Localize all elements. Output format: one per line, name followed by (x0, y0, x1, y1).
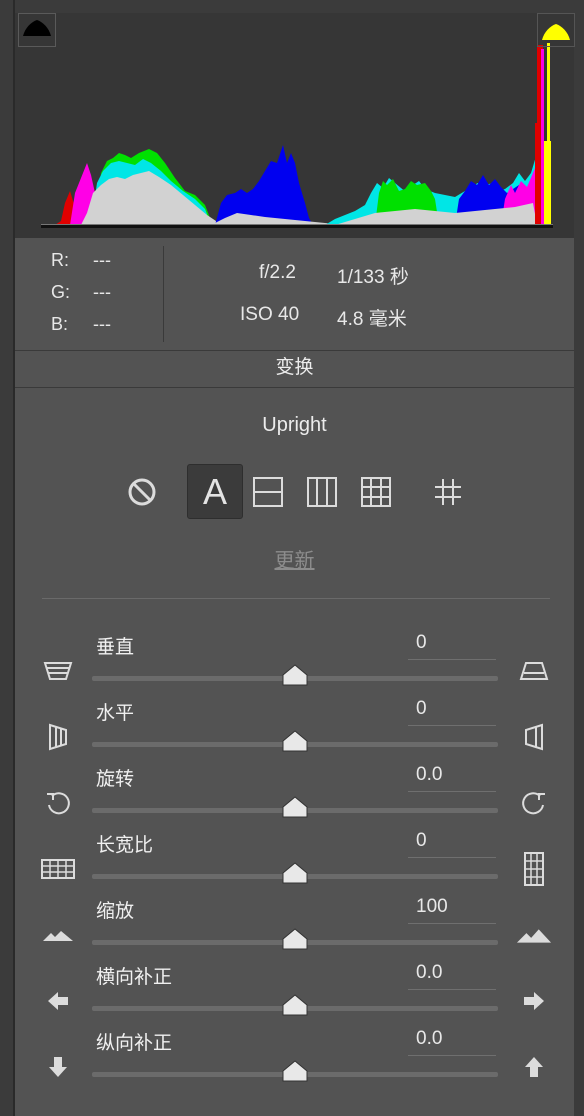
slider-thumb[interactable] (282, 994, 308, 1016)
slider-value-input[interactable]: 0 (408, 830, 496, 858)
mountain-small-icon (40, 920, 76, 950)
green-value: --- (93, 282, 111, 302)
slider-value-input[interactable]: 0.0 (408, 764, 496, 792)
blue-label: B: (51, 314, 69, 334)
vertical-keystone-in-icon (40, 656, 76, 686)
slider-label: 旋转 (96, 769, 135, 790)
arrow-left-icon (40, 986, 76, 1016)
slider-thumb[interactable] (282, 1060, 308, 1082)
slider-value-input[interactable]: 100 (408, 896, 496, 924)
arrow-down-icon (40, 1052, 76, 1082)
slider-label: 水平 (96, 703, 135, 724)
slider-scale: 缩放 100 (0, 896, 584, 962)
highlight-clipping-warning[interactable] (537, 13, 575, 47)
aspect-wide-icon (40, 854, 76, 884)
slider-label: 纵向补正 (96, 1033, 173, 1054)
slider-horizontal: 水平 0 (0, 698, 584, 764)
red-label: R: (51, 250, 69, 270)
histogram-baseline-top (41, 224, 553, 225)
upright-guided-button[interactable] (420, 464, 476, 519)
horizontal-keystone-left-icon (40, 722, 76, 752)
blue-readout: B: --- (51, 314, 171, 346)
slider-aspect: 长宽比 0 (0, 830, 584, 896)
slider-value-input[interactable]: 0.0 (408, 1028, 496, 1056)
blue-value: --- (93, 314, 111, 334)
slider-value-input[interactable]: 0.0 (408, 962, 496, 990)
slider-thumb[interactable] (282, 928, 308, 950)
histogram-red-spike-2 (535, 123, 538, 225)
shadow-clipping-warning[interactable] (18, 13, 56, 47)
slider-offset-x: 横向补正 0.0 (0, 962, 584, 1028)
slider-label: 垂直 (96, 637, 135, 658)
letter-a-icon: A (202, 470, 227, 512)
info-divider (163, 246, 164, 342)
upright-level-button[interactable] (240, 464, 296, 519)
full-grid-icon (361, 476, 391, 507)
slider-offset-y: 纵向补正 0.0 (0, 1028, 584, 1094)
upright-off-button[interactable] (114, 464, 170, 519)
histogram-graph (41, 43, 553, 228)
iso: ISO 40 (240, 304, 300, 325)
histogram (15, 13, 575, 238)
slider-thumb[interactable] (282, 730, 308, 752)
slider-rotate: 旋转 0.0 (0, 764, 584, 830)
arrow-up-icon (516, 1052, 552, 1082)
section-separator (42, 598, 550, 599)
upright-title: Upright (262, 414, 327, 436)
guided-crop-icon (435, 478, 461, 505)
slider-label: 横向补正 (96, 967, 173, 988)
no-entry-icon (128, 478, 156, 505)
shutter-speed: 1/133 秒 (337, 267, 409, 288)
aspect-tall-icon (516, 852, 552, 886)
slider-label: 长宽比 (96, 835, 154, 856)
update-button[interactable]: 更新 (15, 544, 574, 573)
slider-value-input[interactable]: 0 (408, 632, 496, 660)
histogram-yellow-spike-tall (547, 43, 550, 225)
level-icon (253, 476, 283, 507)
section-title: 变换 (275, 357, 314, 378)
upright-full-button[interactable] (348, 464, 404, 519)
rgb-readout: R: --- G: --- B: --- (51, 250, 171, 346)
upright-vertical-button[interactable] (294, 464, 350, 519)
histogram-magenta-spike (541, 49, 544, 225)
slider-vertical: 垂直 0 (0, 632, 584, 698)
panel-top-frame (0, 0, 584, 13)
green-label: G: (51, 282, 71, 302)
red-readout: R: --- (51, 250, 171, 282)
arrow-right-icon (516, 986, 552, 1016)
vertical-keystone-out-icon (516, 656, 552, 686)
mountain-large-icon (516, 920, 552, 950)
triangle-yellow-icon (542, 24, 570, 40)
rotate-ccw-icon (40, 788, 76, 818)
slider-value-input[interactable]: 0 (408, 698, 496, 726)
slider-thumb[interactable] (282, 796, 308, 818)
slider-label: 缩放 (96, 901, 135, 922)
aperture: f/2.2 (259, 262, 296, 283)
slider-thumb[interactable] (282, 862, 308, 884)
vertical-icon (307, 476, 337, 507)
transform-section-header[interactable]: 变换 (15, 351, 574, 388)
upright-auto-button[interactable]: A (187, 464, 243, 519)
red-value: --- (93, 250, 111, 270)
rotate-cw-icon (516, 788, 552, 818)
focal-length: 4.8 毫米 (337, 309, 407, 330)
slider-thumb[interactable] (282, 664, 308, 686)
triangle-black-icon (23, 20, 51, 36)
histogram-baseline (41, 225, 553, 228)
image-info-panel: R: --- G: --- B: --- f/2.2 1/133 秒 ISO 4… (15, 238, 574, 351)
green-readout: G: --- (51, 282, 171, 314)
horizontal-keystone-right-icon (516, 722, 552, 752)
